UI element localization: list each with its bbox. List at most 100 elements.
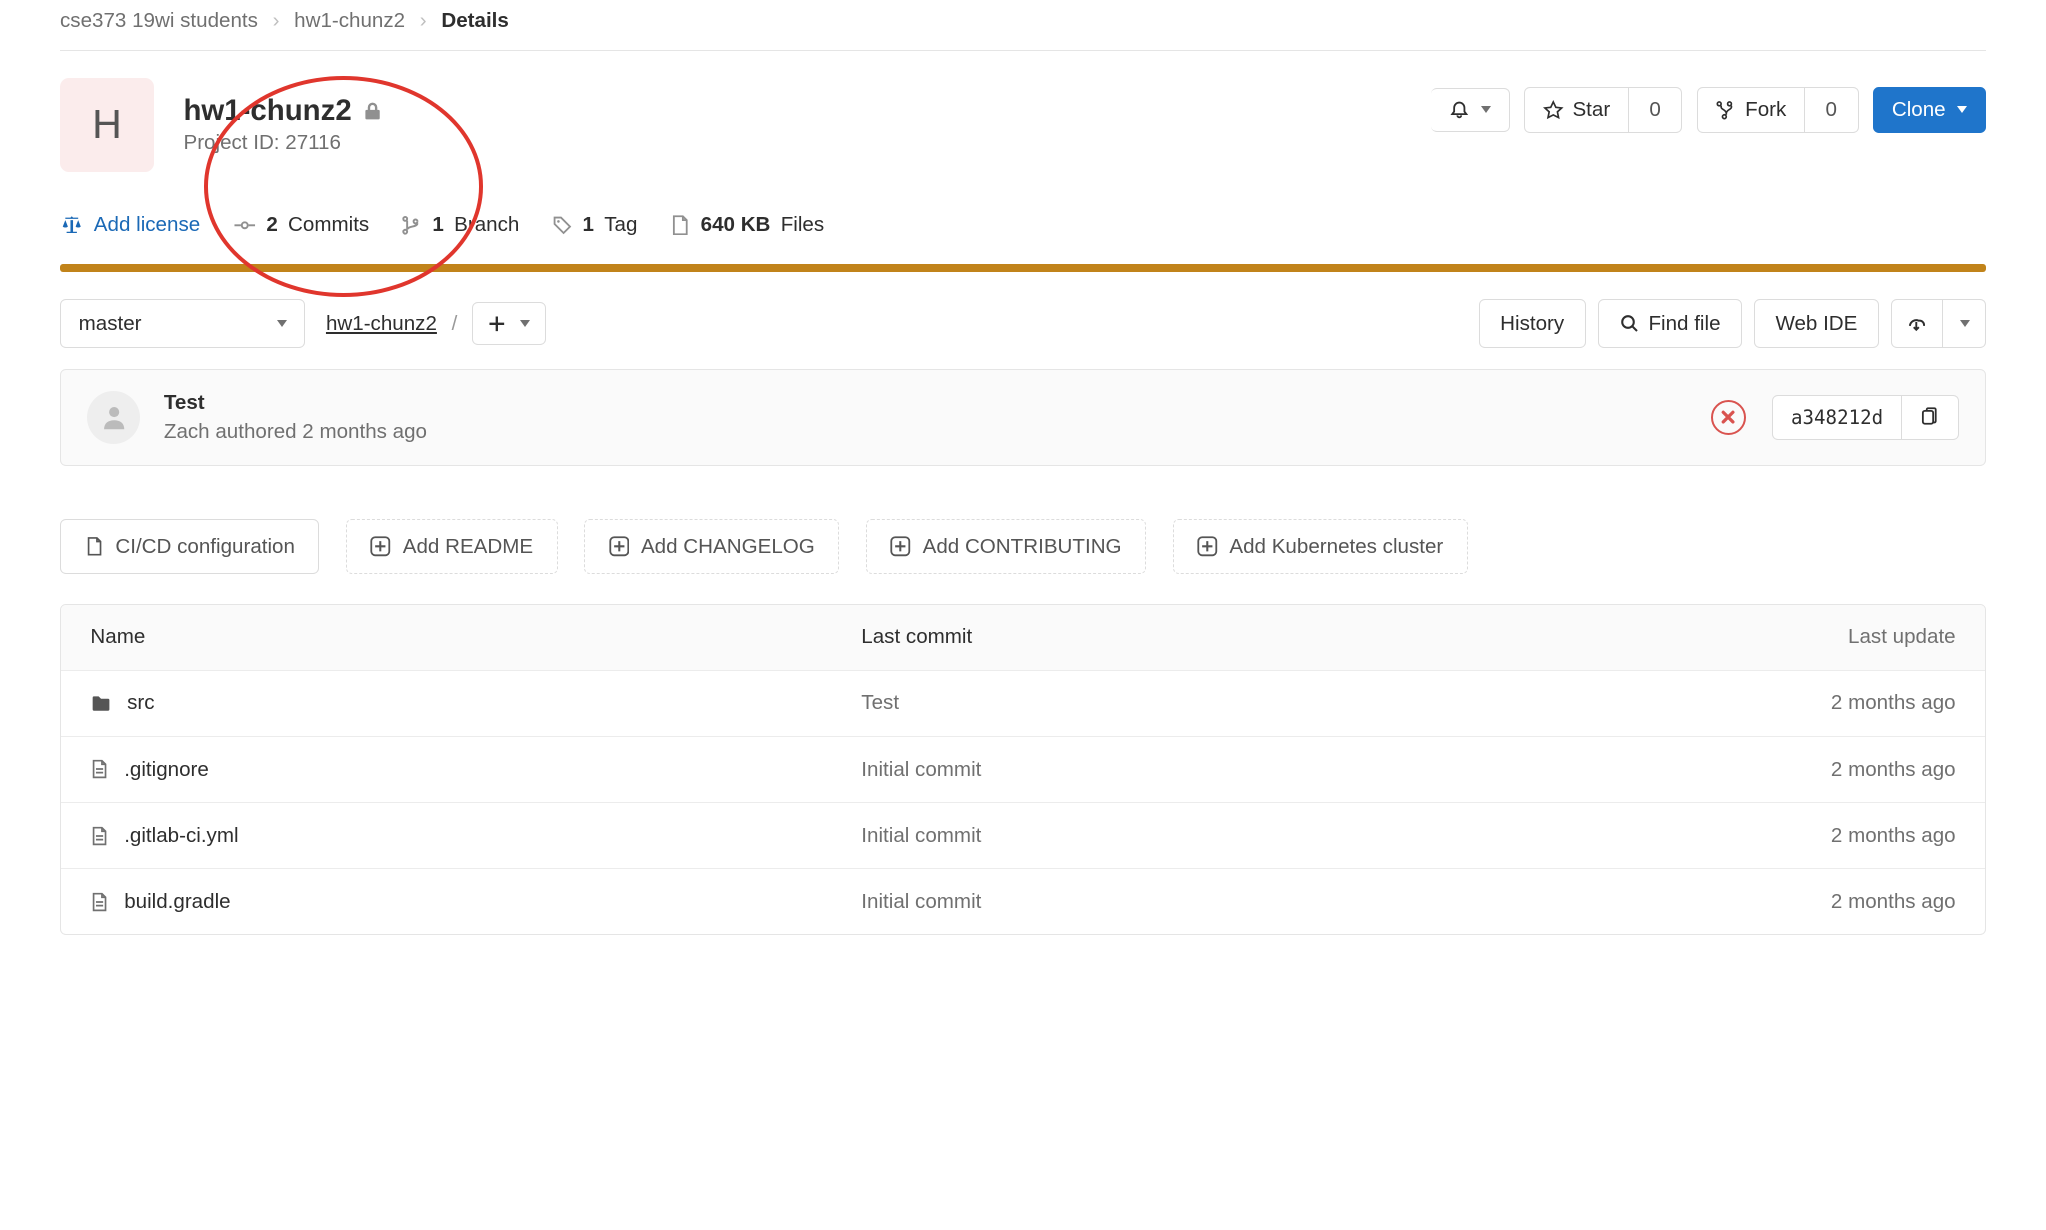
file-tree-table: Name Last commit Last update srcTest2 mo…: [60, 604, 1986, 936]
breadcrumb: cse373 19wi students › hw1-chunz2 › Deta…: [60, 3, 1986, 51]
chevron-down-icon: [1957, 106, 1967, 113]
find-file-label: Find file: [1648, 312, 1720, 336]
file-last-commit[interactable]: Test: [861, 691, 1632, 715]
table-row[interactable]: build.gradle Initial commit2 months ago: [61, 869, 1985, 934]
lock-icon: [363, 100, 382, 122]
star-label: Star: [1572, 98, 1610, 122]
notifications-dropdown[interactable]: [1431, 88, 1510, 131]
file-last-commit[interactable]: Initial commit: [861, 758, 1632, 782]
star-button[interactable]: Star: [1524, 87, 1628, 134]
tags-count: 1: [583, 213, 594, 237]
project-title: hw1-chunz2: [183, 94, 351, 128]
file-name: .gitignore: [124, 758, 209, 782]
file-last-commit[interactable]: Initial commit: [861, 824, 1632, 848]
download-button[interactable]: [1891, 299, 1943, 349]
history-button[interactable]: History: [1479, 299, 1586, 349]
add-file-dropdown[interactable]: [472, 302, 546, 345]
web-ide-button[interactable]: Web IDE: [1754, 299, 1879, 349]
last-commit-panel: Test Zach authored 2 months ago a348212d: [60, 369, 1986, 466]
commit-meta: Zach authored 2 months ago: [164, 420, 427, 444]
author-avatar[interactable]: [87, 391, 140, 444]
col-name: Name: [90, 625, 861, 649]
copy-icon: [1919, 407, 1940, 428]
fork-icon: [1716, 100, 1737, 121]
branches-count: 1: [432, 213, 443, 237]
add-readme-button[interactable]: Add README: [346, 519, 558, 574]
breadcrumb-separator-icon: ›: [273, 9, 280, 33]
clone-label: Clone: [1892, 98, 1946, 122]
path-separator: /: [452, 312, 458, 336]
files-size-link[interactable]: 640 KB Files: [670, 213, 824, 237]
folder-icon: [90, 694, 112, 713]
branch-selector[interactable]: master: [60, 299, 305, 349]
add-contributing-button[interactable]: Add CONTRIBUTING: [866, 519, 1146, 574]
language-bar[interactable]: [60, 264, 1986, 273]
add-license-link[interactable]: Add license: [60, 213, 200, 237]
breadcrumb-current: Details: [441, 9, 508, 33]
add-changelog-button[interactable]: Add CHANGELOG: [584, 519, 839, 574]
fork-button[interactable]: Fork: [1697, 87, 1805, 134]
tags-label: Tag: [604, 213, 637, 237]
chevron-down-icon: [1481, 106, 1491, 113]
star-count[interactable]: 0: [1629, 87, 1683, 134]
fork-label: Fork: [1745, 98, 1786, 122]
file-icon: [90, 891, 109, 913]
files-label: Files: [781, 213, 824, 237]
project-avatar: H: [60, 78, 154, 172]
chevron-down-icon: [277, 320, 287, 327]
file-icon: [90, 825, 109, 847]
cicd-config-button[interactable]: CI/CD configuration: [60, 519, 319, 574]
search-icon: [1619, 313, 1640, 334]
cicd-label: CI/CD configuration: [115, 535, 295, 559]
add-changelog-label: Add CHANGELOG: [641, 535, 815, 559]
table-header: Name Last commit Last update: [61, 605, 1985, 671]
scale-icon: [60, 215, 84, 236]
plus-circle-icon: [609, 536, 630, 557]
repo-path-link[interactable]: hw1-chunz2: [326, 312, 437, 336]
clone-button[interactable]: Clone: [1873, 87, 1986, 134]
commits-label: Commits: [288, 213, 369, 237]
add-license-label: Add license: [94, 213, 200, 237]
branch-name: master: [79, 312, 142, 336]
breadcrumb-project[interactable]: hw1-chunz2: [294, 9, 405, 33]
add-k8s-label: Add Kubernetes cluster: [1229, 535, 1443, 559]
chevron-down-icon: [520, 320, 530, 327]
col-commit: Last commit: [861, 625, 1632, 649]
commit-sha[interactable]: a348212d: [1772, 395, 1901, 441]
tag-icon: [552, 215, 573, 236]
breadcrumb-separator-icon: ›: [420, 9, 427, 33]
find-file-button[interactable]: Find file: [1598, 299, 1743, 349]
files-size: 640 KB: [701, 213, 771, 237]
pipeline-status-failed-icon[interactable]: [1711, 400, 1746, 435]
add-readme-label: Add README: [403, 535, 533, 559]
divider: [60, 50, 1986, 51]
fork-count[interactable]: 0: [1805, 87, 1859, 134]
bell-icon: [1449, 100, 1470, 121]
commits-count: 2: [266, 213, 277, 237]
commits-link[interactable]: 2 Commits: [233, 213, 370, 237]
branches-link[interactable]: 1 Branch: [402, 213, 520, 237]
download-icon: [1906, 313, 1927, 334]
file-updated: 2 months ago: [1632, 824, 1955, 848]
add-contributing-label: Add CONTRIBUTING: [923, 535, 1122, 559]
table-row[interactable]: .gitignore Initial commit2 months ago: [61, 737, 1985, 803]
commit-icon: [233, 215, 257, 236]
branch-icon: [402, 215, 423, 236]
file-name: .gitlab-ci.yml: [124, 824, 238, 848]
table-row[interactable]: .gitlab-ci.yml Initial commit2 months ago: [61, 803, 1985, 869]
plus-circle-icon: [890, 536, 911, 557]
table-row[interactable]: srcTest2 months ago: [61, 671, 1985, 737]
file-icon: [670, 215, 691, 236]
commit-title[interactable]: Test: [164, 391, 427, 415]
breadcrumb-group[interactable]: cse373 19wi students: [60, 9, 258, 33]
tags-link[interactable]: 1 Tag: [552, 213, 638, 237]
file-last-commit[interactable]: Initial commit: [861, 890, 1632, 914]
add-k8s-button[interactable]: Add Kubernetes cluster: [1173, 519, 1468, 574]
plus-icon: [488, 315, 506, 333]
file-name: build.gradle: [124, 890, 230, 914]
file-updated: 2 months ago: [1632, 890, 1955, 914]
copy-sha-button[interactable]: [1902, 395, 1959, 441]
file-updated: 2 months ago: [1632, 758, 1955, 782]
col-update: Last update: [1632, 625, 1955, 649]
download-dropdown[interactable]: [1943, 299, 1986, 349]
